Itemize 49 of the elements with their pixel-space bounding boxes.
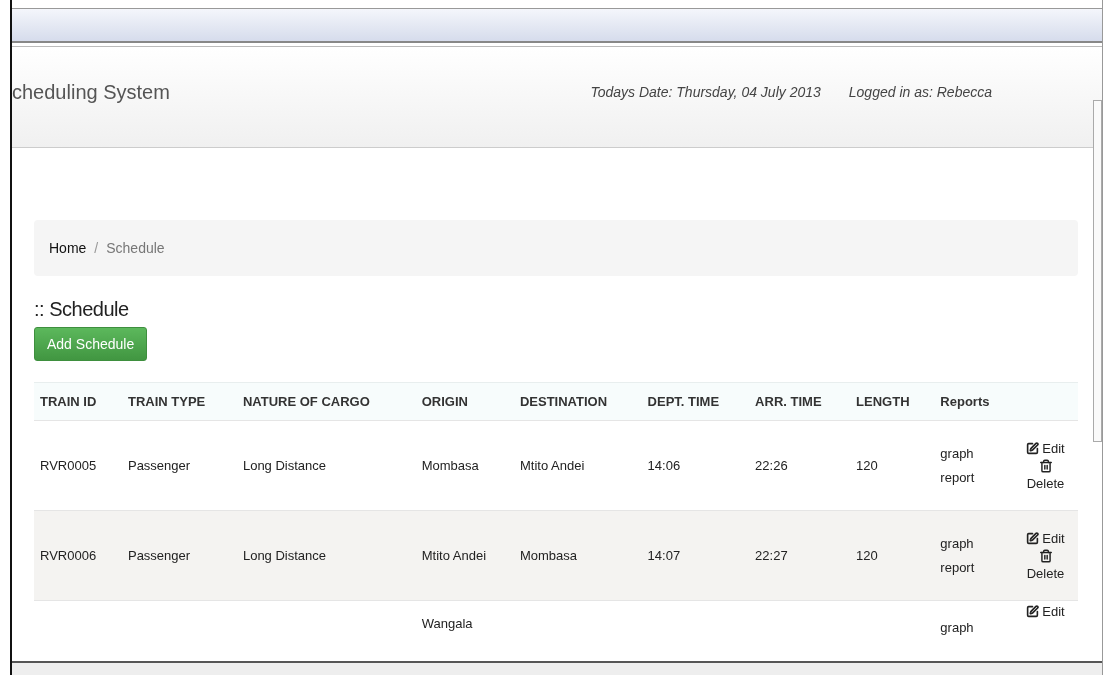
report-link[interactable]: report <box>940 465 975 490</box>
table-cell: 14:07 <box>647 548 681 563</box>
column-header: TRAIN TYPE <box>121 382 237 421</box>
todays-date: Todays Date: Thursday, 04 July 2013 <box>590 84 821 100</box>
delete-link[interactable]: Delete <box>1026 472 1065 494</box>
table-cell: 120 <box>856 458 878 473</box>
table-cell: Long Distance <box>242 458 327 473</box>
edit-icon <box>1026 531 1040 545</box>
table-cell: 120 <box>856 548 878 563</box>
edit-link[interactable]: Edit <box>1026 527 1065 549</box>
report-link[interactable]: graph <box>940 616 974 640</box>
trash-icon <box>1038 548 1053 563</box>
edit-link[interactable]: Edit <box>1026 601 1065 622</box>
app-title: cheduling System <box>12 80 171 104</box>
table-cell: Mtito Andei <box>519 458 585 473</box>
delete-link[interactable]: Delete <box>1026 562 1065 584</box>
edit-icon <box>1026 605 1040 618</box>
edit-icon <box>1026 441 1040 455</box>
edit-link[interactable]: Edit <box>1026 437 1065 459</box>
breadcrumb-item[interactable]: Home <box>49 240 87 256</box>
report-link[interactable]: graph <box>940 441 974 466</box>
table-cell: Passenger <box>127 548 191 563</box>
column-header: DESTINATION <box>513 382 642 421</box>
column-header: Reports <box>934 382 1014 421</box>
column-header: ARR. TIME <box>749 382 851 421</box>
column-header: NATURE OF CARGO <box>236 382 416 421</box>
report-link[interactable]: graph <box>940 531 974 556</box>
table-cell: Mombasa <box>421 458 479 473</box>
table-cell: Long Distance <box>242 548 327 563</box>
table-cell: 22:27 <box>755 548 788 563</box>
table-cell: 14:06 <box>647 458 681 473</box>
scrollbar[interactable] <box>1093 100 1102 442</box>
logged-in-user: Logged in as: Rebecca <box>848 84 992 100</box>
table-cell: Passenger <box>127 458 191 473</box>
page-heading: :: Schedule <box>34 298 130 321</box>
trash-icon <box>1038 458 1053 473</box>
column-header: ORIGIN <box>415 382 514 421</box>
column-header: TRAIN ID <box>34 382 122 421</box>
table-cell: Wangala <box>421 616 473 631</box>
breadcrumb-separator: / <box>94 240 99 256</box>
table-cell: Mombasa <box>519 548 578 563</box>
column-header: DEPT. TIME <box>641 382 750 421</box>
table-cell: Mtito Andei <box>421 548 487 563</box>
table-cell: RVR0005 <box>40 458 97 473</box>
breadcrumb-item: Schedule <box>106 240 165 256</box>
column-header: LENGTH <box>850 382 935 421</box>
table-cell: 22:26 <box>755 458 788 473</box>
report-link[interactable]: report <box>940 555 975 580</box>
table-cell: RVR0006 <box>40 548 97 563</box>
